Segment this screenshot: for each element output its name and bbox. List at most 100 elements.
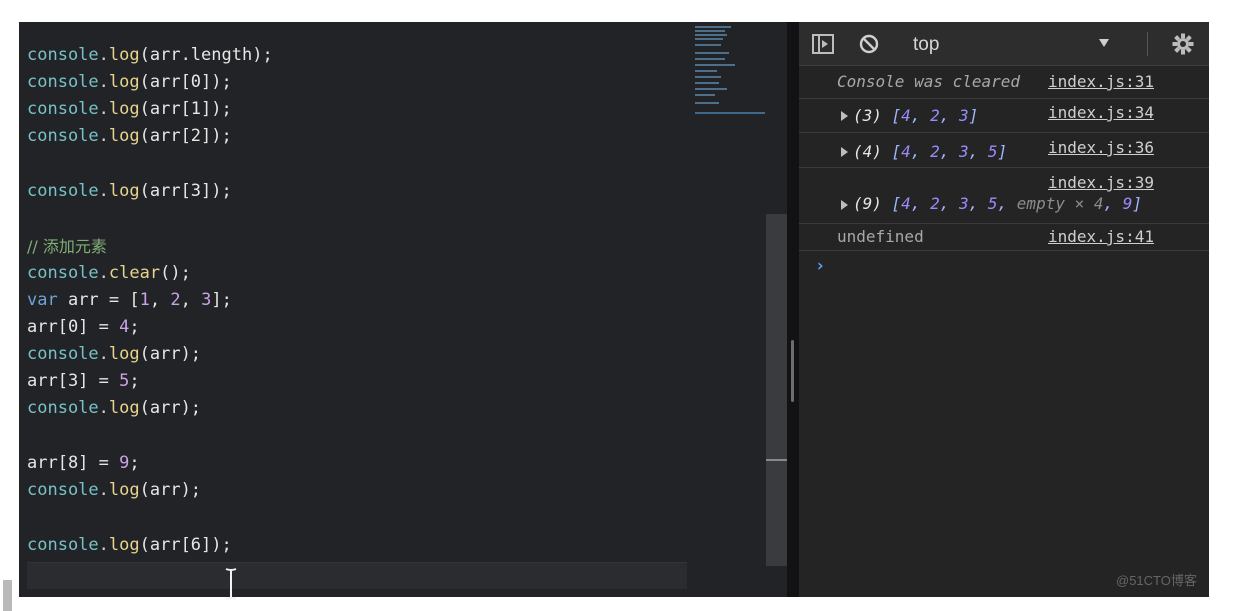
code-token: 4	[119, 317, 130, 337]
code-line[interactable]: console.log(arr[0]);	[27, 69, 232, 96]
code-token: .	[98, 398, 109, 418]
code-token: console	[27, 263, 99, 283]
code-token: arr[8] =	[27, 453, 120, 473]
console-toolbar: top	[799, 22, 1209, 66]
code-comment[interactable]: // 添加元素	[27, 233, 107, 260]
code-token: log	[108, 126, 140, 146]
code-token: console	[27, 480, 99, 500]
array-preview[interactable]: (9) [4, 2, 3, 5, empty × 4, 9]	[853, 194, 1142, 213]
console-message: (4) [4, 2, 3, 5] index.js:36	[799, 133, 1209, 168]
code-token: (arr.length);	[139, 45, 273, 65]
resize-handle[interactable]	[791, 340, 794, 402]
code-token: log	[108, 45, 140, 65]
code-token: 5	[119, 371, 130, 391]
edge-marker	[3, 580, 12, 611]
console-message: Console was cleared index.js:31	[799, 66, 1209, 99]
text-cursor-icon	[225, 568, 237, 600]
code-token: (arr);	[139, 344, 202, 364]
array-preview[interactable]: (3) [4, 2, 3]	[853, 106, 978, 125]
code-token: console	[27, 181, 99, 201]
code-token: ,	[180, 290, 202, 310]
code-token: console	[27, 398, 99, 418]
console-result-text: undefined	[837, 227, 924, 246]
code-token: ;	[129, 371, 140, 391]
code-token: .	[98, 72, 109, 92]
code-token: (arr[3]);	[139, 181, 232, 201]
console-cleared-text: Console was cleared	[837, 72, 1021, 91]
expand-triangle-icon[interactable]	[841, 147, 848, 157]
code-token: 3	[201, 290, 212, 310]
code-token: console	[27, 344, 99, 364]
gear-icon[interactable]	[1171, 32, 1195, 56]
watermark: @51CTO博客	[1116, 573, 1197, 588]
code-token: .	[98, 344, 109, 364]
code-token: arr[3] =	[27, 371, 120, 391]
code-token: arr = [	[57, 290, 140, 310]
code-line[interactable]: console.log(arr[2]);	[27, 123, 232, 150]
code-token: log	[108, 99, 140, 119]
code-line[interactable]: arr[8] = 9;	[27, 450, 140, 477]
context-selector[interactable]: top	[903, 30, 1123, 58]
code-line[interactable]: var arr = [1, 2, 3];	[27, 287, 232, 314]
code-editor[interactable]: console.log(arr.length); console.log(arr…	[19, 22, 787, 600]
editor-scrollbar[interactable]	[766, 214, 787, 566]
code-line[interactable]: console.log(arr);	[27, 341, 201, 368]
code-token: .	[98, 45, 109, 65]
code-token: var	[27, 290, 58, 310]
code-line[interactable]: console.log(arr.length);	[27, 42, 273, 69]
code-token: (arr);	[139, 398, 202, 418]
scrollbar-marker	[766, 459, 787, 461]
source-link[interactable]: index.js:36	[1048, 138, 1154, 157]
code-token: .	[98, 99, 109, 119]
console-panel: top Console was cleared index.js:31 (3) …	[799, 22, 1209, 597]
toolbar-separator	[1147, 32, 1148, 56]
code-line[interactable]: console.log(arr[6]);	[27, 532, 232, 559]
code-token: .	[98, 263, 109, 283]
code-token: log	[108, 72, 140, 92]
code-token: .	[98, 126, 109, 146]
console-message: undefined index.js:41	[799, 224, 1209, 251]
code-token: log	[108, 398, 140, 418]
code-line[interactable]: console.log(arr);	[27, 395, 201, 422]
source-link[interactable]: index.js:34	[1048, 103, 1154, 122]
code-token: log	[108, 480, 140, 500]
source-link[interactable]: index.js:41	[1048, 227, 1154, 246]
code-line[interactable]: console.log(arr);	[27, 477, 201, 504]
code-token: 2	[170, 290, 181, 310]
code-token: 9	[119, 453, 130, 473]
code-token: .	[98, 480, 109, 500]
expand-triangle-icon[interactable]	[841, 111, 848, 121]
code-line[interactable]: console.clear();	[27, 260, 191, 287]
clear-console-icon[interactable]	[857, 32, 881, 56]
code-token: .	[98, 181, 109, 201]
code-token: (arr[0]);	[139, 72, 232, 92]
console-prompt[interactable]: ›	[815, 256, 825, 276]
code-token: 1	[139, 290, 150, 310]
context-label: top	[913, 34, 940, 55]
code-line[interactable]: arr[3] = 5;	[27, 368, 140, 395]
source-link[interactable]: index.js:39	[1048, 173, 1154, 192]
code-token: (arr[1]);	[139, 99, 232, 119]
minimap[interactable]	[694, 22, 768, 122]
chevron-down-icon	[1099, 39, 1109, 47]
code-token: ;	[129, 317, 140, 337]
code-token: arr[0] =	[27, 317, 120, 337]
code-token: log	[108, 535, 140, 555]
code-token: console	[27, 535, 99, 555]
code-token: log	[108, 181, 140, 201]
code-token: console	[27, 126, 99, 146]
current-line-highlight[interactable]	[27, 562, 687, 589]
sidebar-toggle-icon[interactable]	[811, 32, 835, 56]
code-token: ];	[211, 290, 232, 310]
code-line[interactable]: console.log(arr[3]);	[27, 178, 232, 205]
code-line[interactable]: console.log(arr[1]);	[27, 96, 232, 123]
expand-triangle-icon[interactable]	[841, 200, 848, 210]
code-line[interactable]: arr[0] = 4;	[27, 314, 140, 341]
code-token: (arr);	[139, 480, 202, 500]
code-token: ,	[149, 290, 171, 310]
source-link[interactable]: index.js:31	[1048, 72, 1154, 91]
console-message: index.js:39 (9) [4, 2, 3, 5, empty × 4, …	[799, 168, 1209, 224]
array-preview[interactable]: (4) [4, 2, 3, 5]	[853, 142, 1007, 161]
pane-divider[interactable]	[787, 22, 799, 597]
code-token: (arr[2]);	[139, 126, 232, 146]
